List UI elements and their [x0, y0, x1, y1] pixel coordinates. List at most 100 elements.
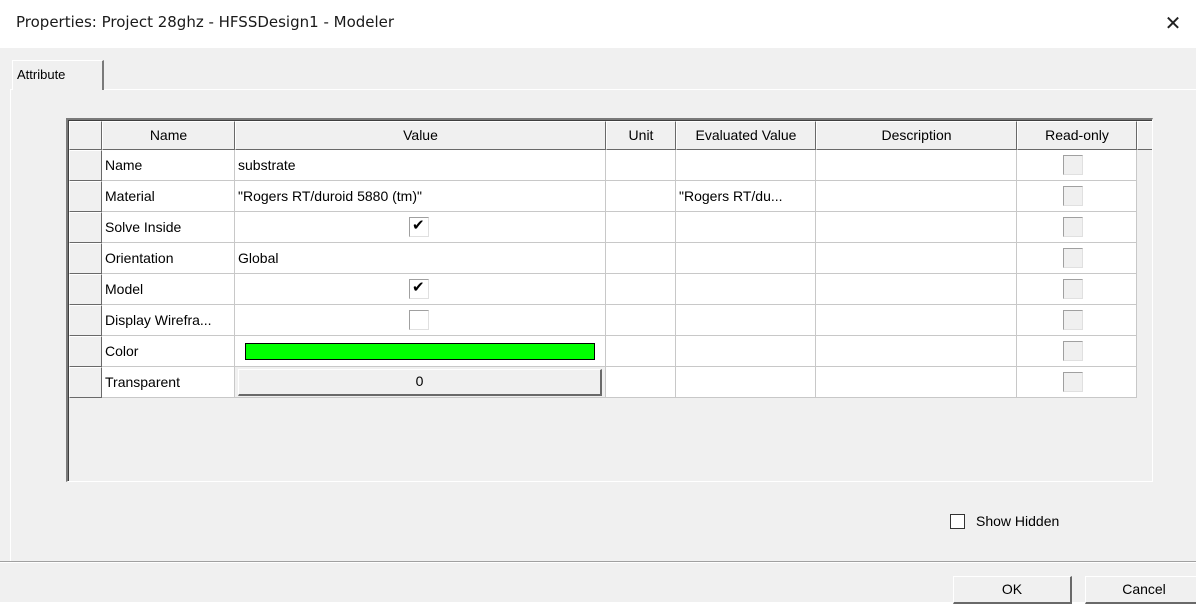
unit-cell[interactable] [606, 274, 676, 305]
read-only-checkbox [1063, 310, 1083, 330]
unit-cell[interactable] [606, 212, 676, 243]
ok-button[interactable]: OK [953, 576, 1072, 604]
tab-attribute[interactable]: Attribute [12, 60, 104, 90]
evaluated-cell[interactable] [676, 150, 816, 181]
table-row: Color [69, 336, 1152, 367]
row-header[interactable] [69, 274, 102, 305]
name-cell: Transparent [102, 367, 235, 398]
row-header[interactable] [69, 305, 102, 336]
read-only-checkbox [1063, 279, 1083, 299]
footer-separator [0, 561, 1196, 563]
row-header[interactable] [69, 367, 102, 398]
value-checkbox[interactable]: ✔ [409, 279, 429, 299]
name-cell: Material [102, 181, 235, 212]
value-cell[interactable]: Global [235, 243, 606, 274]
checkmark-icon: ✔ [412, 279, 425, 296]
evaluated-cell[interactable] [676, 274, 816, 305]
read-only-cell [1017, 305, 1137, 336]
column-header-unit[interactable]: Unit [606, 121, 676, 150]
property-grid: Name Value Unit Evaluated Value Description R… [66, 118, 1153, 482]
table-row: Name substrate [69, 150, 1152, 181]
column-header-filler [1137, 121, 1152, 150]
read-only-checkbox [1063, 372, 1083, 392]
window-title: Properties: Project 28ghz - HFSSDesign1 … [16, 13, 395, 31]
close-icon: ✕ [1164, 12, 1182, 35]
property-grid-inner: Name Value Unit Evaluated Value Description R… [68, 120, 1152, 481]
read-only-cell [1017, 367, 1137, 398]
read-only-checkbox [1063, 186, 1083, 206]
unit-cell[interactable] [606, 367, 676, 398]
description-cell[interactable] [816, 305, 1017, 336]
read-only-cell [1017, 150, 1137, 181]
title-bar: Properties: Project 28ghz - HFSSDesign1 … [0, 0, 1196, 48]
description-cell[interactable] [816, 181, 1017, 212]
row-header[interactable] [69, 150, 102, 181]
column-header-evaluated-value[interactable]: Evaluated Value [676, 121, 816, 150]
column-header-read-only[interactable]: Read-only [1017, 121, 1137, 150]
row-header[interactable] [69, 243, 102, 274]
unit-cell[interactable] [606, 336, 676, 367]
value-checkbox[interactable]: ✔ [409, 217, 429, 237]
table-row: Material "Rogers RT/duroid 5880 (tm)" "Rog… [69, 181, 1152, 212]
value-cell-checkbox[interactable]: ✔ [235, 274, 606, 305]
unit-cell[interactable] [606, 305, 676, 336]
name-cell: Color [102, 336, 235, 367]
description-cell[interactable] [816, 367, 1017, 398]
evaluated-cell[interactable] [676, 243, 816, 274]
table-row: Orientation Global [69, 243, 1152, 274]
color-swatch[interactable] [245, 343, 595, 360]
show-hidden-box[interactable] [950, 513, 965, 529]
description-cell[interactable] [816, 336, 1017, 367]
table-row: Transparent 0 [69, 367, 1152, 398]
column-header-name[interactable]: Name [102, 121, 235, 150]
unit-cell[interactable] [606, 150, 676, 181]
name-cell: Orientation [102, 243, 235, 274]
value-cell[interactable]: substrate [235, 150, 606, 181]
read-only-checkbox [1063, 248, 1083, 268]
name-cell: Display Wirefra... [102, 305, 235, 336]
evaluated-cell[interactable] [676, 367, 816, 398]
evaluated-cell[interactable]: "Rogers RT/du... [676, 181, 816, 212]
value-cell[interactable]: "Rogers RT/duroid 5880 (tm)" [235, 181, 606, 212]
table-row: Display Wirefra... [69, 305, 1152, 336]
evaluated-cell[interactable] [676, 305, 816, 336]
unit-cell[interactable] [606, 243, 676, 274]
description-cell[interactable] [816, 243, 1017, 274]
value-cell-checkbox[interactable]: ✔ [235, 212, 606, 243]
table-row: Model ✔ [69, 274, 1152, 305]
row-header[interactable] [69, 181, 102, 212]
read-only-checkbox [1063, 341, 1083, 361]
column-header-description[interactable]: Description [816, 121, 1017, 150]
read-only-cell [1017, 274, 1137, 305]
row-header[interactable] [69, 336, 102, 367]
description-cell[interactable] [816, 212, 1017, 243]
value-checkbox[interactable] [409, 310, 429, 330]
read-only-cell [1017, 336, 1137, 367]
row-header[interactable] [69, 212, 102, 243]
show-hidden-label: Show Hidden [976, 513, 1060, 529]
checkmark-icon: ✔ [412, 217, 425, 234]
evaluated-cell[interactable] [676, 212, 816, 243]
column-header-value[interactable]: Value [235, 121, 606, 150]
name-cell: Name [102, 150, 235, 181]
value-cell-checkbox[interactable] [235, 305, 606, 336]
dialog-body: Attribute Name Value Unit Evaluated Value De… [0, 48, 1196, 604]
value-cell-color[interactable] [235, 336, 606, 367]
description-cell[interactable] [816, 150, 1017, 181]
read-only-checkbox [1063, 217, 1083, 237]
description-cell[interactable] [816, 274, 1017, 305]
cancel-button[interactable]: Cancel [1085, 576, 1196, 604]
read-only-checkbox [1063, 155, 1083, 175]
close-button[interactable]: ✕ [1150, 0, 1196, 46]
name-cell: Solve Inside [102, 212, 235, 243]
grid-corner-header [69, 121, 102, 150]
value-cell-button[interactable]: 0 [235, 367, 606, 398]
grid-header: Name Value Unit Evaluated Value Description R… [69, 121, 1152, 150]
evaluated-cell[interactable] [676, 336, 816, 367]
unit-cell[interactable] [606, 181, 676, 212]
read-only-cell [1017, 212, 1137, 243]
read-only-cell [1017, 243, 1137, 274]
show-hidden-checkbox[interactable]: Show Hidden [950, 510, 1059, 532]
table-row: Solve Inside ✔ [69, 212, 1152, 243]
transparency-button[interactable]: 0 [238, 369, 602, 396]
